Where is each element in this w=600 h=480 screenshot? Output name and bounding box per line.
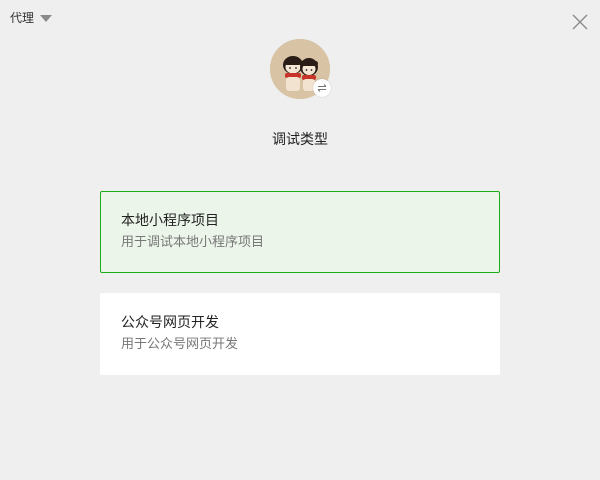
close-icon — [572, 14, 588, 30]
option-local-miniprogram[interactable]: 本地小程序项目 用于调试本地小程序项目 — [100, 191, 500, 273]
caret-down-icon — [40, 15, 53, 22]
proxy-label: 代理 — [10, 11, 35, 25]
switch-account-button[interactable] — [313, 79, 331, 97]
swap-arrows-icon — [317, 84, 327, 92]
option-description: 用于调试本地小程序项目 — [121, 235, 265, 250]
avatar-container — [270, 39, 331, 99]
option-description: 用于公众号网页开发 — [121, 337, 239, 352]
option-title: 本地小程序项目 — [121, 213, 219, 229]
option-title: 公众号网页开发 — [121, 315, 219, 331]
debug-type-window: 代理 调试类型 本地小程序项目 用于调试本地小程序项目 公众号网页开发 用于公众… — [0, 0, 600, 480]
close-button[interactable] — [570, 12, 590, 32]
page-title: 调试类型 — [272, 132, 328, 148]
proxy-dropdown[interactable]: 代理 — [10, 9, 53, 27]
option-official-account-web[interactable]: 公众号网页开发 用于公众号网页开发 — [100, 293, 500, 375]
